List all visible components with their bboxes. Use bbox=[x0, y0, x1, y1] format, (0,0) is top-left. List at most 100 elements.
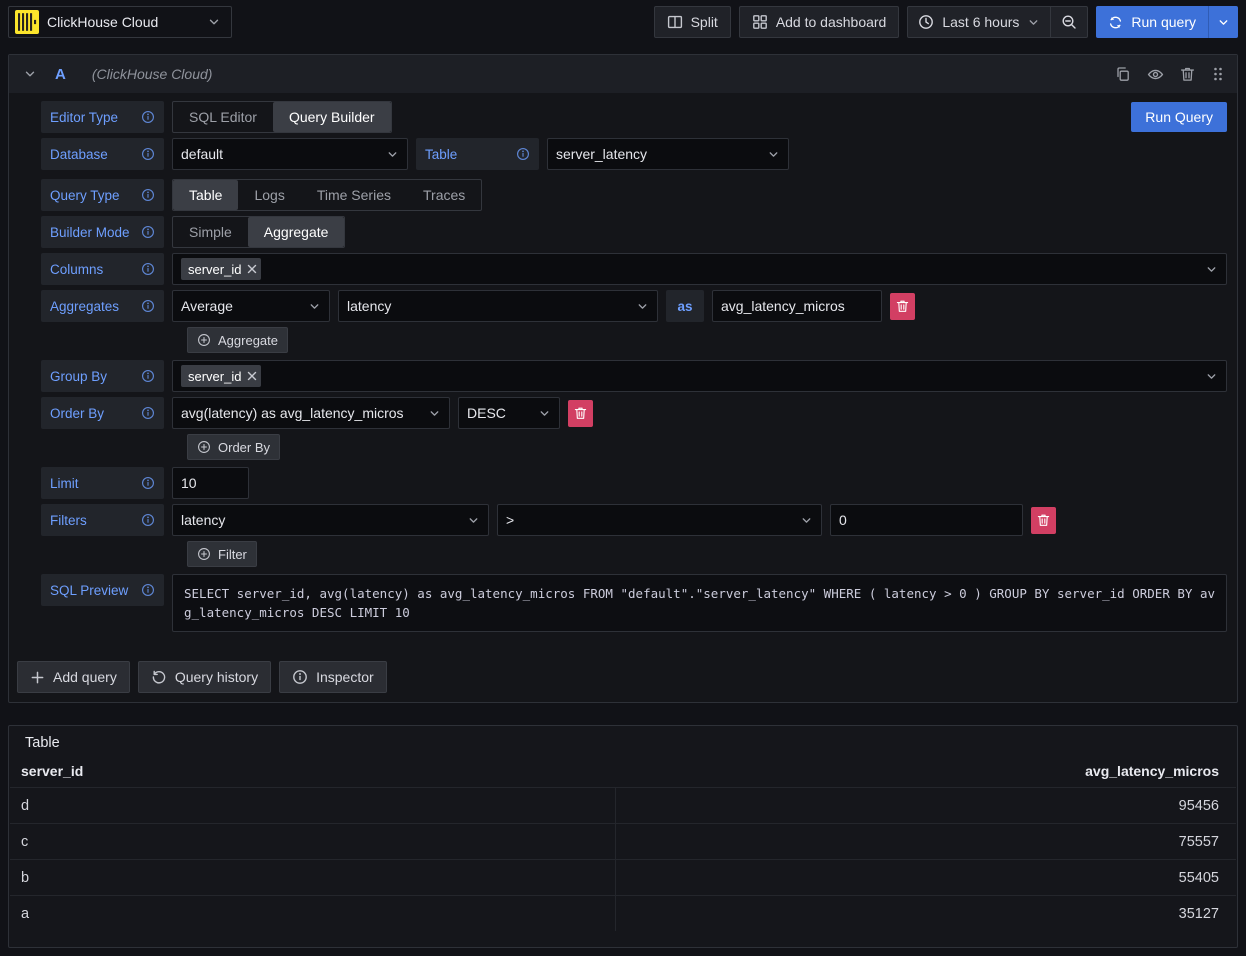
order-by-direction-select[interactable]: DESC bbox=[458, 397, 560, 429]
add-aggregate-row: Aggregate bbox=[187, 327, 1227, 353]
remove-order-by-button[interactable] bbox=[568, 400, 593, 427]
info-icon[interactable] bbox=[141, 225, 155, 239]
chevron-down-icon bbox=[767, 148, 780, 161]
split-label: Split bbox=[691, 14, 718, 30]
query-type-option-time-series[interactable]: Time Series bbox=[301, 180, 407, 210]
aggregate-alias-input[interactable] bbox=[712, 290, 882, 322]
trash-icon bbox=[1180, 66, 1195, 82]
selected-chip: server_id bbox=[181, 258, 261, 280]
query-type-option-logs[interactable]: Logs bbox=[238, 180, 300, 210]
order-by-row: Order By avg(latency) as avg_latency_mic… bbox=[41, 397, 1227, 429]
info-icon[interactable] bbox=[141, 406, 155, 420]
columns-multiselect[interactable]: server_id bbox=[172, 253, 1227, 285]
chevron-down-icon bbox=[386, 148, 399, 161]
info-icon[interactable] bbox=[141, 299, 155, 313]
info-icon[interactable] bbox=[141, 583, 155, 597]
query-datasource-hint: (ClickHouse Cloud) bbox=[92, 66, 213, 82]
filter-field-select[interactable]: latency bbox=[172, 504, 489, 536]
table-row[interactable]: a 35127 bbox=[10, 895, 1236, 931]
remove-chip-icon[interactable] bbox=[247, 264, 257, 274]
chevron-down-icon bbox=[308, 300, 321, 313]
aggregate-column-select[interactable]: latency bbox=[338, 290, 658, 322]
hide-query-button[interactable] bbox=[1147, 66, 1164, 83]
inspector-button[interactable]: Inspector bbox=[279, 661, 387, 693]
editor-type-option-sql-editor[interactable]: SQL Editor bbox=[173, 102, 273, 132]
time-range-button[interactable]: Last 6 hours bbox=[908, 7, 1050, 37]
remove-aggregate-button[interactable] bbox=[890, 293, 915, 320]
plus-circle-icon bbox=[197, 333, 211, 347]
add-order-by-button[interactable]: Order By bbox=[187, 434, 280, 460]
limit-row: Limit bbox=[41, 467, 1227, 499]
info-icon[interactable] bbox=[141, 262, 155, 276]
split-icon bbox=[667, 14, 683, 30]
query-ref-id[interactable]: A bbox=[55, 66, 66, 83]
zoom-out-time-button[interactable] bbox=[1050, 7, 1087, 37]
table-select[interactable]: server_latency bbox=[547, 138, 789, 170]
group-by-multiselect[interactable]: server_id bbox=[172, 360, 1227, 392]
sql-preview-code: SELECT server_id, avg(latency) as avg_la… bbox=[172, 574, 1227, 632]
order-by-label: Order By bbox=[41, 397, 164, 429]
toolbar-actions: Split Add to dashboard Last 6 hours Run … bbox=[654, 6, 1238, 38]
run-query-options-button[interactable] bbox=[1208, 6, 1238, 38]
table-label: Table bbox=[416, 138, 539, 170]
chevron-down-icon bbox=[467, 514, 480, 527]
info-icon[interactable] bbox=[141, 513, 155, 527]
remove-query-button[interactable] bbox=[1180, 66, 1195, 82]
info-icon[interactable] bbox=[141, 110, 155, 124]
filter-operator-select[interactable]: > bbox=[497, 504, 822, 536]
query-type-option-table[interactable]: Table bbox=[173, 180, 238, 210]
columns-row: Columns server_id bbox=[41, 253, 1227, 285]
add-filter-row: Filter bbox=[187, 541, 1227, 567]
query-type-option-traces[interactable]: Traces bbox=[407, 180, 481, 210]
split-button[interactable]: Split bbox=[654, 6, 731, 38]
info-icon[interactable] bbox=[141, 188, 155, 202]
plus-icon bbox=[30, 670, 45, 685]
time-range-label: Last 6 hours bbox=[942, 14, 1019, 30]
aggregates-row: Aggregates Average latency as bbox=[41, 290, 1227, 322]
remove-chip-icon[interactable] bbox=[247, 371, 257, 381]
drag-handle-icon[interactable] bbox=[1211, 66, 1225, 82]
info-icon[interactable] bbox=[141, 147, 155, 161]
table-row[interactable]: d 95456 bbox=[10, 787, 1236, 823]
filter-value-input[interactable] bbox=[830, 504, 1023, 536]
order-by-field-select[interactable]: avg(latency) as avg_latency_micros bbox=[172, 397, 450, 429]
add-query-button[interactable]: Add query bbox=[17, 661, 130, 693]
add-to-dashboard-button[interactable]: Add to dashboard bbox=[739, 6, 900, 38]
aggregate-function-select[interactable]: Average bbox=[172, 290, 330, 322]
info-icon[interactable] bbox=[516, 147, 530, 161]
run-query-button[interactable]: Run query bbox=[1096, 6, 1208, 38]
datasource-picker[interactable]: ClickHouse Cloud bbox=[8, 6, 232, 38]
builder-mode-option-aggregate[interactable]: Aggregate bbox=[248, 217, 345, 247]
add-filter-button[interactable]: Filter bbox=[187, 541, 257, 567]
column-header-avg-latency-micros[interactable]: avg_latency_micros bbox=[616, 763, 1236, 779]
chevron-down-icon bbox=[800, 514, 813, 527]
explore-footer: Add query Query history Inspector bbox=[9, 637, 1237, 702]
query-history-button[interactable]: Query history bbox=[138, 661, 271, 693]
sync-icon bbox=[1108, 15, 1123, 30]
sql-preview-row: SQL Preview SELECT server_id, avg(latenc… bbox=[41, 574, 1227, 632]
table-row[interactable]: b 55405 bbox=[10, 859, 1236, 895]
trash-icon bbox=[896, 299, 909, 313]
collapse-query-button[interactable] bbox=[23, 67, 37, 81]
remove-filter-button[interactable] bbox=[1031, 507, 1056, 534]
column-header-server-id[interactable]: server_id bbox=[10, 763, 616, 779]
results-table: server_id avg_latency_micros d 95456 c 7… bbox=[10, 757, 1236, 931]
table-panel: Table server_id avg_latency_micros d 954… bbox=[8, 725, 1238, 948]
run-query-inline-button[interactable]: Run Query bbox=[1131, 102, 1227, 132]
table-row[interactable]: c 75557 bbox=[10, 823, 1236, 859]
database-select[interactable]: default bbox=[172, 138, 408, 170]
limit-input[interactable] bbox=[172, 467, 249, 499]
clock-icon bbox=[918, 14, 934, 30]
time-picker-group: Last 6 hours bbox=[907, 6, 1088, 38]
duplicate-query-button[interactable] bbox=[1115, 66, 1131, 82]
editor-type-option-query-builder[interactable]: Query Builder bbox=[273, 102, 391, 132]
trash-icon bbox=[574, 406, 587, 420]
info-icon[interactable] bbox=[141, 476, 155, 490]
group-by-row: Group By server_id bbox=[41, 360, 1227, 392]
info-icon[interactable] bbox=[141, 369, 155, 383]
query-header-actions bbox=[1115, 66, 1225, 83]
add-aggregate-button[interactable]: Aggregate bbox=[187, 327, 288, 353]
group-by-label: Group By bbox=[41, 360, 164, 392]
database-label: Database bbox=[41, 138, 164, 170]
builder-mode-option-simple[interactable]: Simple bbox=[173, 217, 248, 247]
